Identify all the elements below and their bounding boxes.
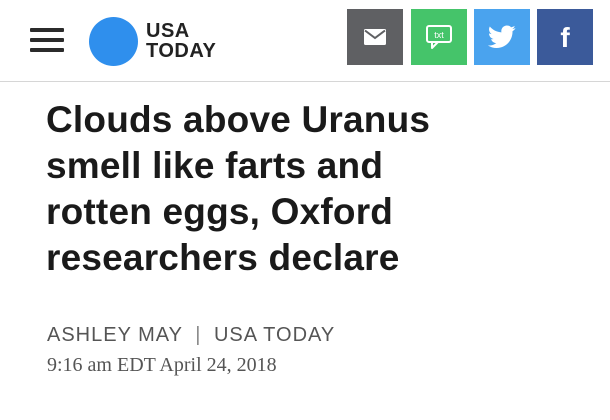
byline-separator: | bbox=[195, 324, 202, 346]
headline-line: Clouds above Uranus bbox=[46, 99, 431, 140]
sms-label: txt bbox=[434, 30, 444, 40]
byline: ASHLEY MAY | USA TODAY bbox=[47, 324, 335, 347]
logo-circle bbox=[89, 16, 138, 66]
txt-bubble-icon: txt bbox=[426, 25, 452, 49]
menu-bar bbox=[30, 48, 64, 52]
site-header: USA TODAY txt f bbox=[0, 0, 610, 82]
facebook-label: f bbox=[560, 22, 570, 52]
share-sms-button[interactable]: txt bbox=[411, 9, 467, 65]
logo-line-1: USA bbox=[146, 20, 190, 42]
publish-timestamp: 9:16 am EDT April 24, 2018 bbox=[47, 354, 277, 376]
twitter-bird-icon bbox=[488, 25, 516, 48]
author-name[interactable]: ASHLEY MAY bbox=[47, 324, 183, 346]
headline-line: researchers declare bbox=[46, 237, 400, 278]
menu-bar bbox=[30, 38, 64, 42]
envelope-icon bbox=[364, 29, 386, 45]
share-email-button[interactable] bbox=[347, 9, 403, 65]
hamburger-menu-icon[interactable] bbox=[30, 24, 64, 54]
usa-today-logo[interactable]: USA TODAY bbox=[89, 12, 216, 70]
menu-bar bbox=[30, 28, 64, 32]
headline-line: smell like farts and bbox=[46, 145, 384, 186]
logo-wordmark: USA TODAY bbox=[146, 21, 216, 61]
article-headline: Clouds above Uranus smell like farts and… bbox=[46, 97, 586, 281]
share-facebook-button[interactable]: f bbox=[537, 9, 593, 65]
facebook-f-icon: f bbox=[560, 22, 570, 52]
share-twitter-button[interactable] bbox=[474, 9, 530, 65]
logo-line-2: TODAY bbox=[146, 40, 217, 62]
publication-name: USA TODAY bbox=[213, 324, 336, 346]
headline-line: rotten eggs, Oxford bbox=[46, 191, 394, 232]
